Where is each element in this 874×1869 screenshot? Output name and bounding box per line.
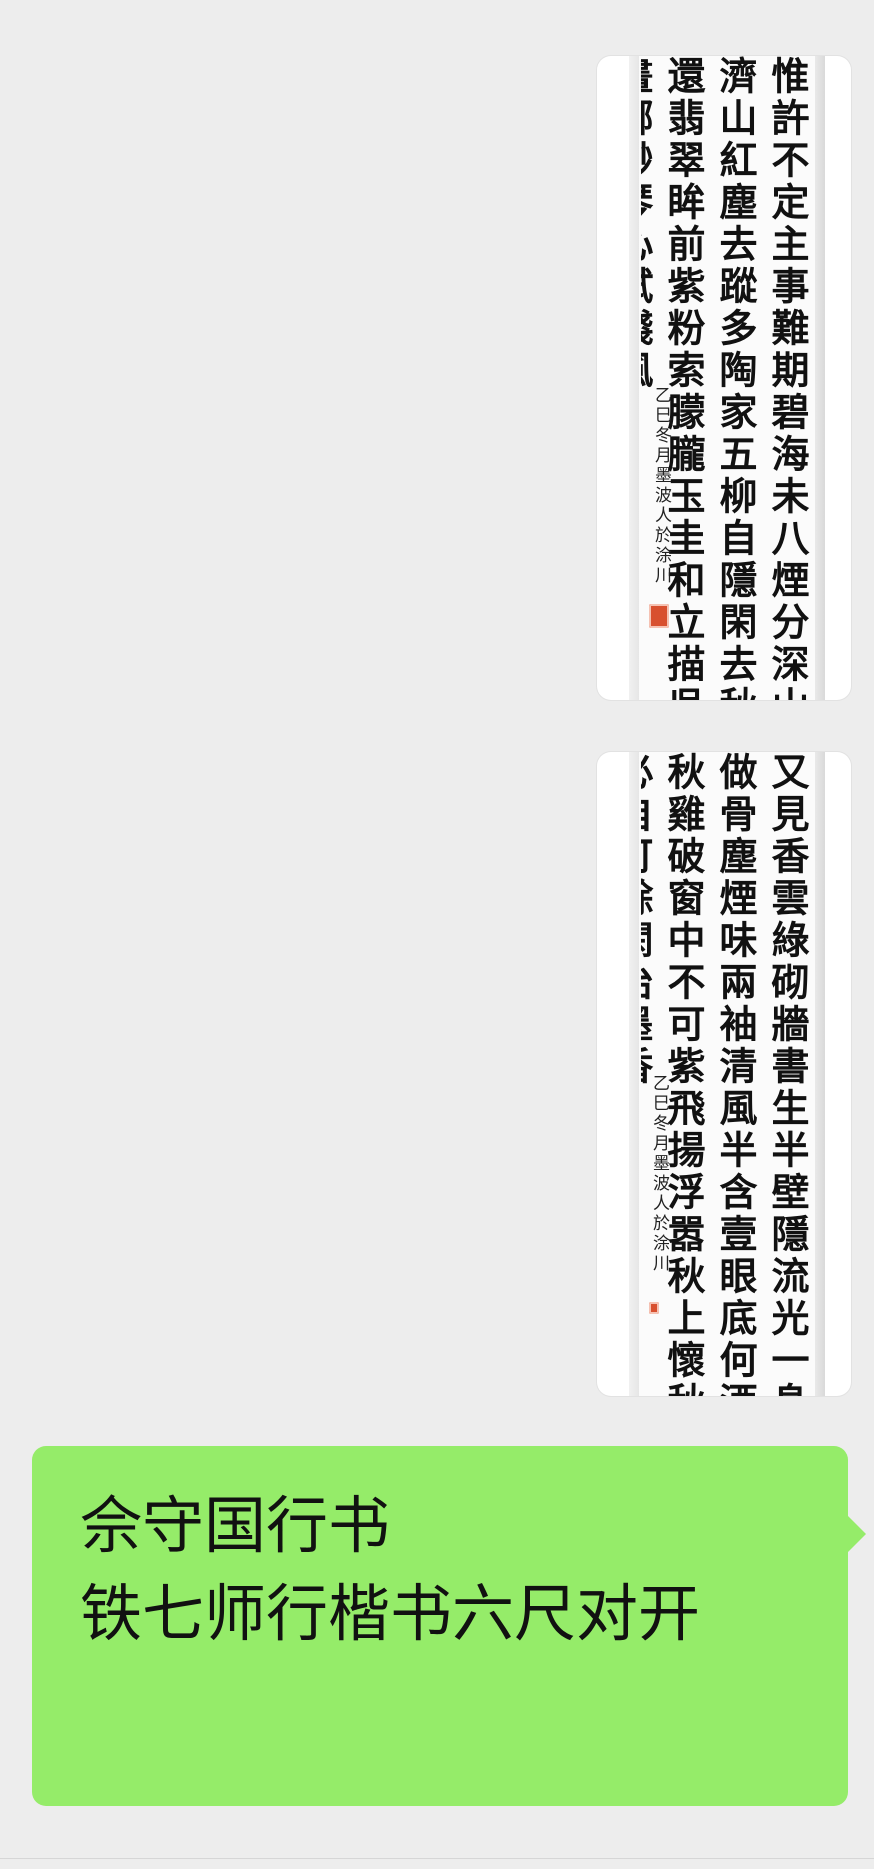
calligraphy-colophon: 乙巳冬月墨波人於涂川 — [651, 386, 671, 586]
red-seal-stamp — [649, 604, 669, 628]
image-message-calligraphy-2[interactable]: 又見香雲綠砌牆書生半壁隱流光一身 做骨塵煙味兩袖清風半含壹眼底何酒 秋雞破窗中不… — [597, 752, 851, 1396]
scroll-right-edge — [815, 56, 825, 700]
chat-message-list[interactable]: 惟許不定主事難期碧海未八煙分深山 濟山紅塵去蹤多陶家五柳自隱閑去秋 還翡翠眸前紫… — [0, 0, 874, 1869]
message-text: 佘守国行书 铁七师行楷书六尺对开 — [80, 1489, 701, 1650]
input-bar-divider — [0, 1858, 874, 1859]
scroll-right-edge — [815, 752, 825, 1396]
image-message-calligraphy-1[interactable]: 惟許不定主事難期碧海未八煙分深山 濟山紅塵去蹤多陶家五柳自隱閑去秋 還翡翠眸前紫… — [597, 56, 851, 700]
scroll-left-edge — [629, 56, 639, 700]
scroll-left-edge — [629, 752, 639, 1396]
calligraphy-colophon: 乙巳冬月墨波人於涂川 — [649, 1074, 669, 1274]
bubble-tail — [848, 1516, 866, 1552]
red-seal-stamp — [649, 1302, 659, 1314]
text-message-bubble[interactable]: 佘守国行书 铁七师行楷书六尺对开 — [32, 1446, 866, 1806]
